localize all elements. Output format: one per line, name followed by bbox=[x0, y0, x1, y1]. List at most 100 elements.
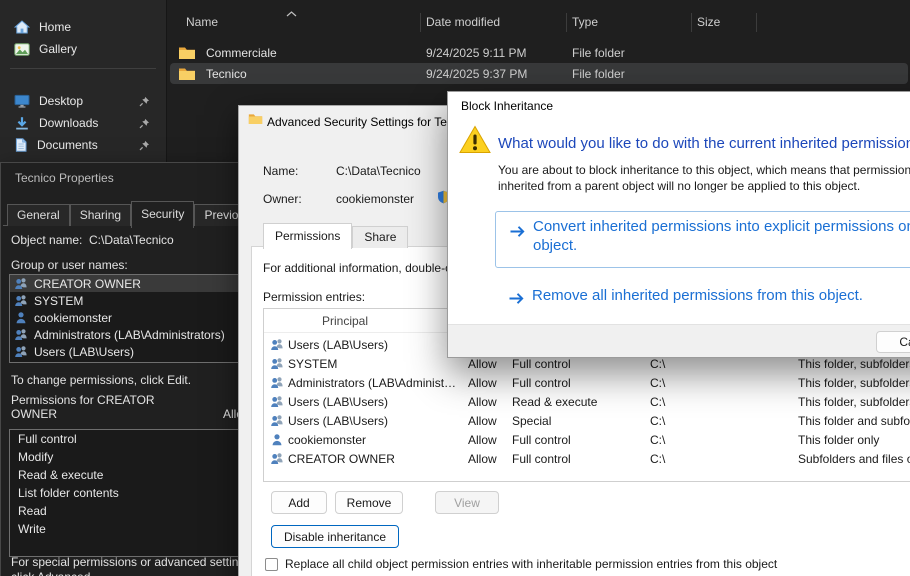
table-row[interactable]: Users (LAB\Users) Allow Special C:\ This… bbox=[264, 411, 910, 430]
cell-principal: Users (LAB\Users) bbox=[288, 414, 388, 428]
tab-general[interactable]: General bbox=[7, 204, 70, 226]
cell-principal: Users (LAB\Users) bbox=[288, 395, 388, 409]
group-icon bbox=[270, 452, 284, 465]
cell-applies-to: This folder, subfolders and files bbox=[798, 395, 910, 409]
view-button: View bbox=[435, 491, 499, 514]
pin-icon bbox=[139, 140, 150, 154]
cell-principal: cookiemonster bbox=[288, 433, 366, 447]
tab-security[interactable]: Security bbox=[131, 201, 194, 228]
group-or-user-names-label: Group or user names: bbox=[11, 258, 128, 272]
cell-principal: Users (LAB\Users) bbox=[288, 338, 388, 352]
user-icon bbox=[270, 433, 284, 446]
cell-applies-to: This folder, subfolders and files bbox=[798, 376, 910, 390]
permission-entries-label: Permission entries: bbox=[263, 290, 365, 304]
cell-type: Allow bbox=[468, 376, 497, 390]
table-row[interactable]: CREATOR OWNER Allow Full control C:\ Sub… bbox=[264, 449, 910, 468]
cell-type: Allow bbox=[468, 452, 497, 466]
cell-access: Full control bbox=[512, 433, 571, 447]
block-dialog-title[interactable]: Block Inheritance bbox=[461, 99, 553, 113]
advanced-dialog-title[interactable]: Advanced Security Settings for Tecnico bbox=[267, 115, 475, 129]
cell-type: Allow bbox=[468, 414, 497, 428]
column-separator[interactable] bbox=[691, 13, 692, 32]
sidebar-item-desktop[interactable]: Desktop bbox=[6, 90, 158, 112]
column-header-date-modified[interactable]: Date modified bbox=[426, 15, 500, 29]
disable-inheritance-button[interactable]: Disable inheritance bbox=[271, 525, 399, 548]
column-separator[interactable] bbox=[756, 13, 757, 32]
cell-applies-to: This folder only bbox=[798, 433, 879, 447]
cancel-button[interactable]: Cancel bbox=[876, 331, 910, 353]
tab-share[interactable]: Share bbox=[352, 226, 408, 248]
principal-name: Administrators (LAB\Administrators) bbox=[34, 328, 225, 342]
cell-principal: CREATOR OWNER bbox=[288, 452, 395, 466]
add-button[interactable]: Add bbox=[271, 491, 327, 514]
group-icon bbox=[14, 345, 28, 358]
name-value: C:\Data\Tecnico bbox=[336, 164, 421, 178]
remove-permissions-option[interactable]: Remove all inherited permissions from th… bbox=[532, 286, 863, 305]
table-row[interactable]: Administrators (LAB\Administrators) Allo… bbox=[264, 373, 910, 392]
sidebar-item-label: Gallery bbox=[39, 42, 77, 56]
sidebar-divider bbox=[10, 68, 156, 69]
cell-access: Special bbox=[512, 414, 551, 428]
cell-inherited-from: C:\ bbox=[650, 414, 665, 428]
group-icon bbox=[270, 376, 284, 389]
cell-access: Read & execute bbox=[512, 395, 597, 409]
cell-inherited-from: C:\ bbox=[650, 395, 665, 409]
table-header-principal[interactable]: Principal bbox=[322, 314, 368, 328]
pin-icon bbox=[139, 96, 150, 110]
tab-sharing[interactable]: Sharing bbox=[70, 204, 131, 226]
replace-permissions-label: Replace all child object permission entr… bbox=[285, 557, 777, 571]
cell-access: Full control bbox=[512, 452, 571, 466]
sidebar-item-label: Home bbox=[39, 20, 71, 34]
owner-label: Owner: bbox=[263, 192, 302, 206]
column-header-type[interactable]: Type bbox=[572, 15, 598, 29]
convert-permissions-option[interactable]: Convert inherited permissions into expli… bbox=[495, 211, 910, 268]
permissions-for-label: Permissions for CREATOR OWNER bbox=[11, 393, 179, 421]
principal-name: Users (LAB\Users) bbox=[34, 345, 134, 359]
group-icon bbox=[14, 328, 28, 341]
group-icon bbox=[270, 357, 284, 370]
remove-button[interactable]: Remove bbox=[335, 491, 403, 514]
cell-type: Allow bbox=[468, 395, 497, 409]
file-name: Tecnico bbox=[206, 67, 247, 81]
column-header-name[interactable]: Name bbox=[186, 15, 218, 29]
dialog-heading: What would you like to do with the curre… bbox=[498, 135, 910, 152]
file-row-commerciale[interactable]: Commerciale 9/24/2025 9:11 PM File folde… bbox=[170, 42, 908, 63]
dialog-body-line: You are about to block inheritance to th… bbox=[498, 163, 910, 177]
sidebar-item-home[interactable]: Home bbox=[6, 16, 158, 38]
sidebar-item-documents[interactable]: Documents bbox=[6, 134, 158, 156]
home-icon bbox=[14, 20, 30, 34]
file-name: Commerciale bbox=[206, 46, 277, 60]
file-type: File folder bbox=[572, 67, 625, 81]
sidebar-item-downloads[interactable]: Downloads bbox=[6, 112, 158, 134]
cell-type: Allow bbox=[468, 433, 497, 447]
folder-icon bbox=[178, 46, 196, 60]
principal-name: SYSTEM bbox=[34, 294, 83, 308]
file-date: 9/24/2025 9:11 PM bbox=[426, 46, 527, 60]
group-icon bbox=[14, 294, 28, 307]
group-icon bbox=[270, 338, 284, 351]
desktop-icon bbox=[14, 94, 30, 108]
column-header-size[interactable]: Size bbox=[697, 15, 720, 29]
command-link-label: Convert inherited permissions into expli… bbox=[533, 217, 910, 255]
cell-inherited-from: C:\ bbox=[650, 376, 665, 390]
file-row-tecnico[interactable]: Tecnico 9/24/2025 9:37 PM File folder bbox=[170, 63, 908, 84]
cell-access: Full control bbox=[512, 357, 571, 371]
properties-dialog-title[interactable]: Tecnico Properties bbox=[15, 171, 114, 185]
object-name-value: C:\Data\Tecnico bbox=[89, 233, 174, 247]
documents-icon bbox=[14, 138, 28, 152]
cell-type: Allow bbox=[468, 357, 497, 371]
block-inheritance-dialog: Block Inheritance What would you like to… bbox=[447, 91, 910, 358]
sidebar-item-gallery[interactable]: Gallery bbox=[6, 38, 158, 60]
warning-icon bbox=[459, 125, 491, 157]
advanced-tabs: Permissions Share bbox=[263, 223, 408, 249]
table-row[interactable]: Users (LAB\Users) Allow Read & execute C… bbox=[264, 392, 910, 411]
principal-name: CREATOR OWNER bbox=[34, 277, 141, 291]
table-row[interactable]: cookiemonster Allow Full control C:\ Thi… bbox=[264, 430, 910, 449]
column-separator[interactable] bbox=[566, 13, 567, 32]
replace-permissions-checkbox[interactable] bbox=[265, 558, 278, 571]
column-separator[interactable] bbox=[420, 13, 421, 32]
tab-permissions[interactable]: Permissions bbox=[263, 223, 352, 249]
sidebar-item-label: Downloads bbox=[39, 116, 98, 130]
cell-applies-to: This folder and subfolders bbox=[798, 414, 910, 428]
gallery-icon bbox=[14, 43, 30, 56]
